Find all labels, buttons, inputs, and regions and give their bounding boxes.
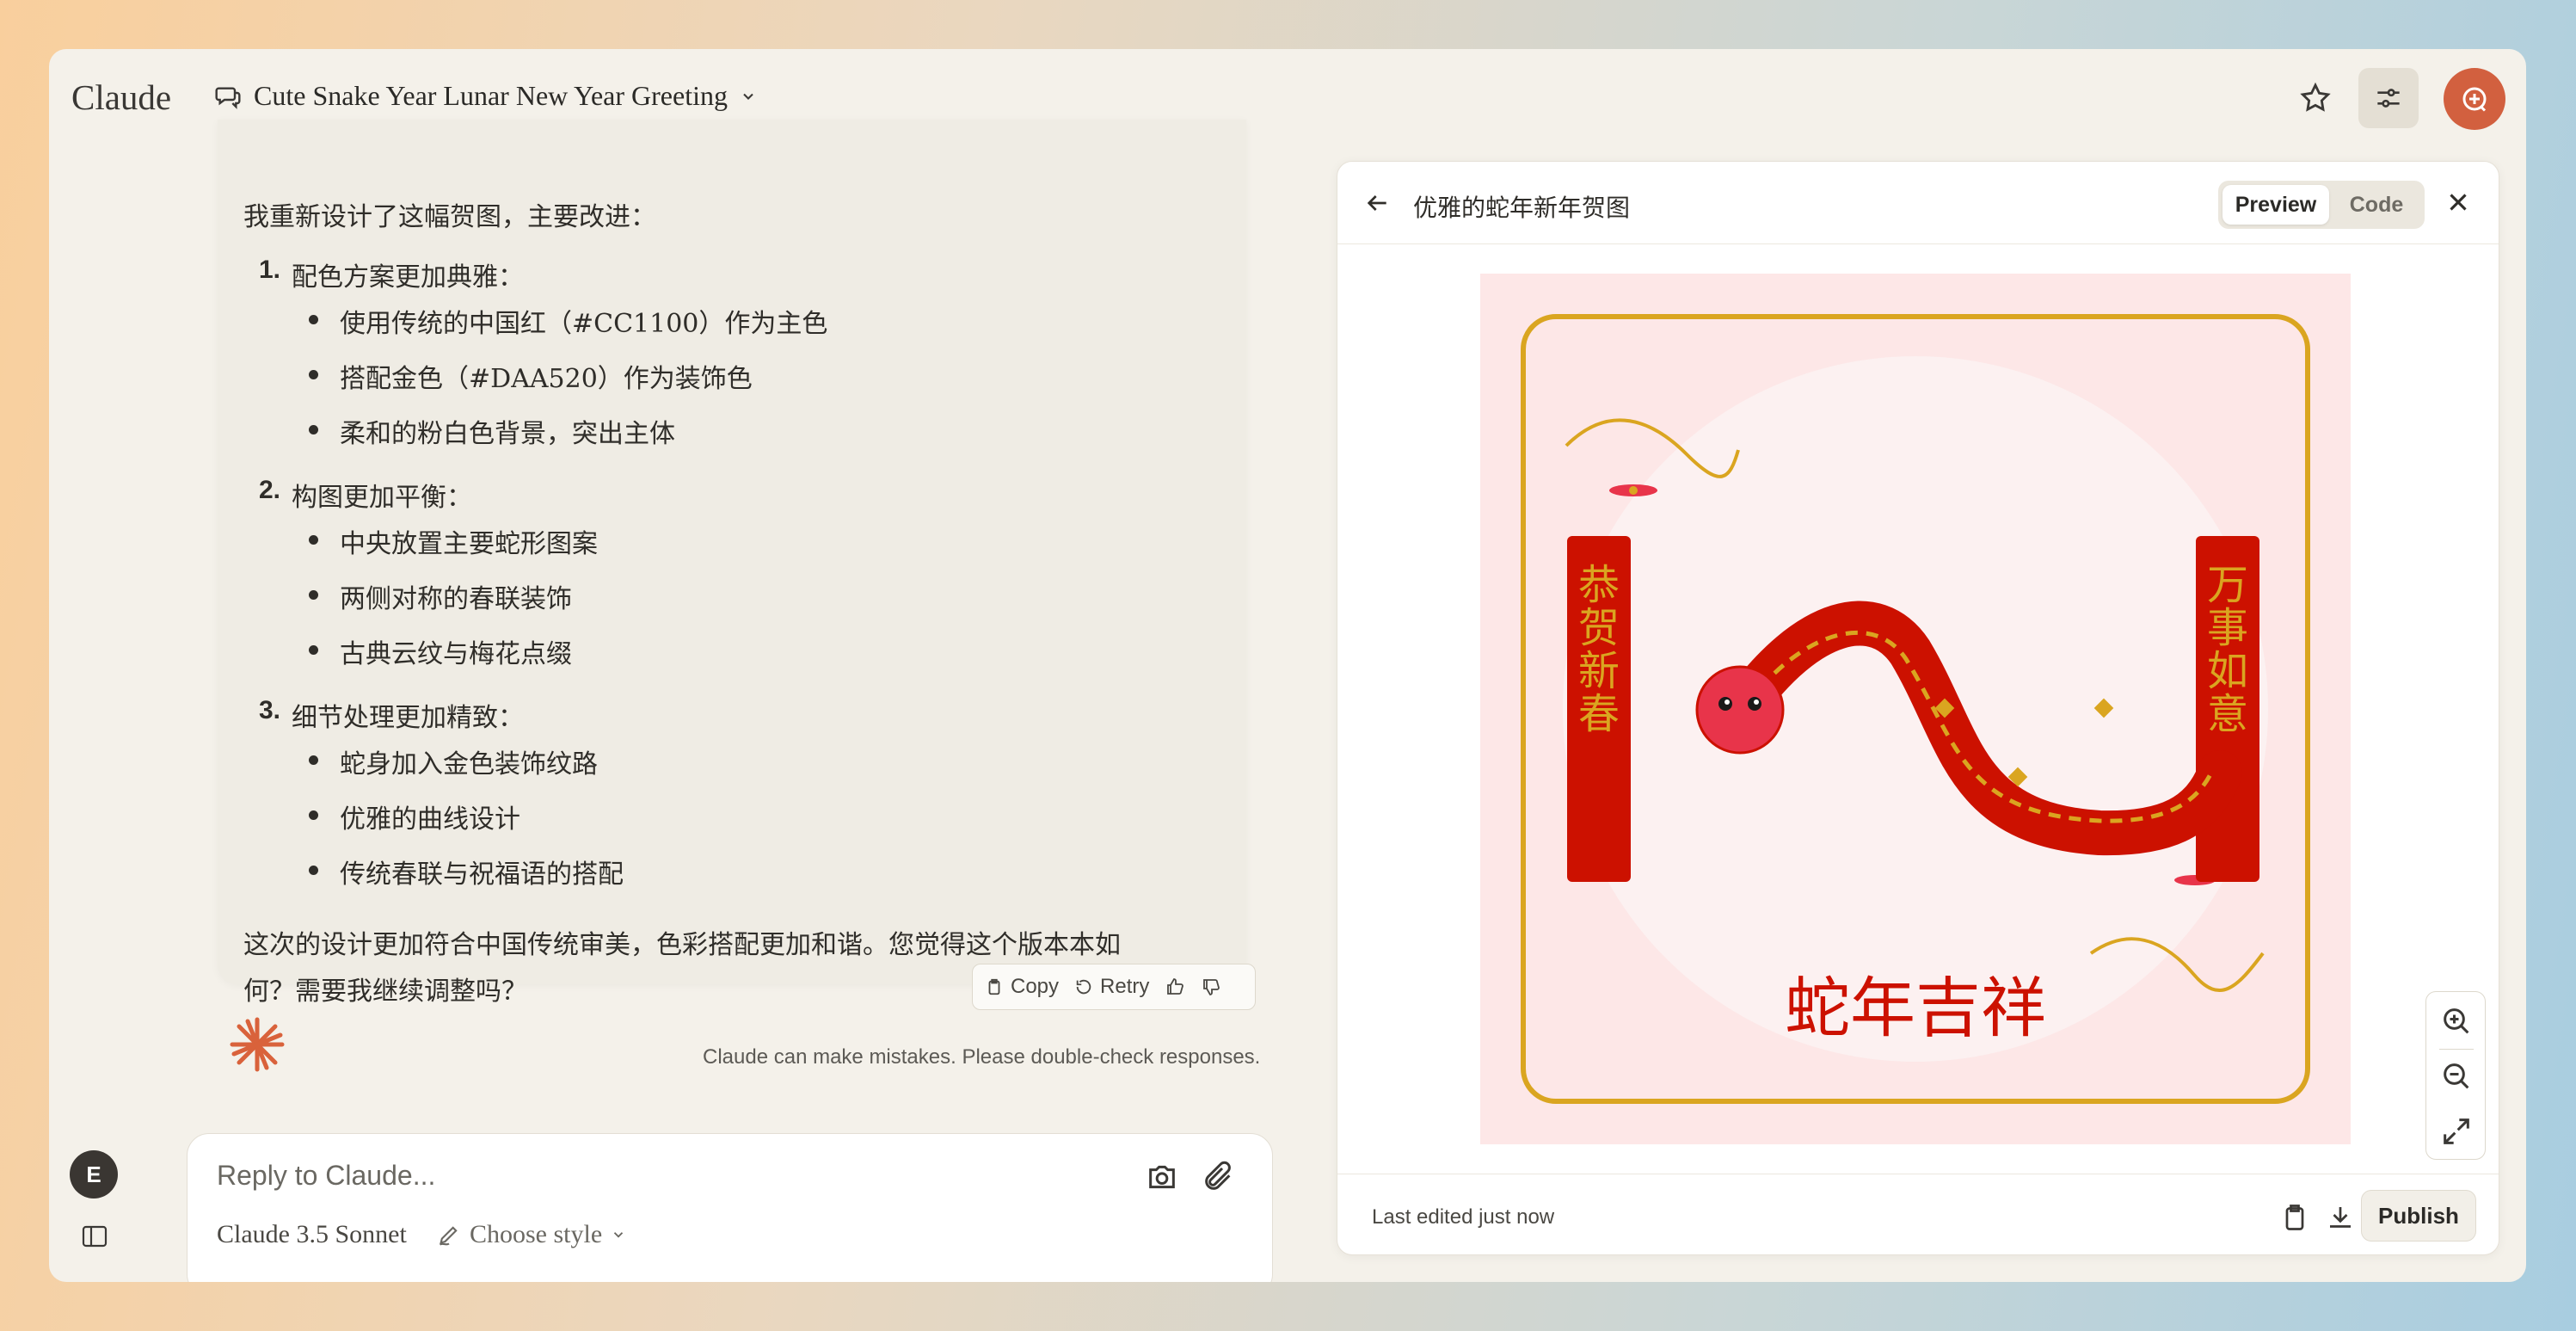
retry-label: Retry [1100,975,1150,998]
greeting-text: 蛇年吉祥 [1785,970,2046,1046]
sliders-icon [2377,89,2400,108]
right-couplet-text: 万事如意 [2207,561,2248,738]
bullet [309,425,318,434]
list-item: 传统春联与祝福语的搭配 [340,860,624,890]
chat-plus-icon [2462,87,2487,112]
bullet [309,645,318,655]
retry-icon [1076,979,1091,995]
tab-preview[interactable]: Preview [2222,185,2329,225]
artifact-panel: 优雅的蛇年新年贺图 Preview Code 恭贺新春 万事如意 蛇年吉祥 La… [1337,161,2499,1255]
copy-button[interactable]: Copy [985,975,1059,999]
list-item: 优雅的曲线设计 [340,804,520,835]
retry-button[interactable]: Retry [1074,975,1149,999]
list-number: 2. [259,476,281,504]
clipboard-icon [988,978,1000,995]
thumbs-down-icon [1203,979,1220,995]
list-number: 1. [259,256,281,284]
bullet [309,810,318,820]
bullet [309,535,318,545]
reply-input-box[interactable]: Reply to Claude... Claude 3.5 Sonnet Cho… [187,1133,1273,1282]
back-arrow-icon[interactable] [1363,189,1391,217]
zoom-controls [2425,991,2486,1160]
pen-style-icon [439,1226,458,1246]
tab-code[interactable]: Code [2333,185,2419,225]
chat-bubble-icon [215,86,241,109]
bullet [309,866,318,875]
snake-head [1695,665,1785,755]
thumbs-up-icon [1167,978,1184,995]
chat-title: Cute Snake Year Lunar New Year Greeting [254,80,728,111]
clipboard-icon[interactable] [2279,1202,2310,1233]
model-selector[interactable]: Claude 3.5 Sonnet [217,1220,407,1249]
list-number: 3. [259,696,281,724]
claude-spark-icon [230,1017,285,1072]
artifact-header: 优雅的蛇年新年贺图 Preview Code [1337,162,2499,244]
list-item: 古典云纹与梅花点缀 [340,639,572,669]
section-title: 配色方案更加典雅： [292,262,524,293]
app-window: Claude Cute Snake Year Lunar New Year Gr… [49,49,2526,1282]
artifact-title: 优雅的蛇年新年贺图 [1413,194,1631,221]
reply-input[interactable]: Reply to Claude... [217,1160,435,1192]
list-item: 搭配金色（#DAA520）作为装饰色 [340,364,753,394]
sidebar-toggle-icon[interactable] [82,1225,108,1248]
eye-highlight [1754,699,1759,705]
paperclip-icon[interactable] [1201,1160,1235,1194]
claude-logo[interactable]: Claude [71,77,171,118]
last-edited: Last edited just now [1372,1205,1555,1229]
user-avatar[interactable]: E [70,1150,118,1199]
zoom-in-icon[interactable] [2439,1004,2474,1038]
chevron-down-icon [743,93,753,100]
settings-button[interactable] [2358,68,2419,128]
publish-button[interactable]: Publish [2361,1190,2476,1242]
bullet [309,370,318,379]
greeting-card-canvas: 恭贺新春 万事如意 蛇年吉祥 [1480,274,2351,1144]
bullet [309,590,318,600]
download-icon[interactable] [2325,1202,2356,1233]
left-couplet-text: 恭贺新春 [1578,561,1620,738]
zoom-out-icon[interactable] [2439,1059,2474,1094]
assistant-message: 我重新设计了这幅贺图，主要改进： 1. 配色方案更加典雅： 使用传统的中国红（#… [218,120,1246,1007]
message-outro: 这次的设计更加符合中国传统审美，色彩搭配更加和谐。您觉得这个版本本如 [243,930,1121,960]
new-chat-button[interactable] [2444,68,2505,130]
thumbs-down-button[interactable] [1201,977,1221,997]
close-icon[interactable] [2444,188,2473,217]
chevron-down-icon [614,1232,624,1238]
choose-style-button[interactable]: Choose style [437,1220,626,1249]
bullet [309,315,318,324]
message-intro: 我重新设计了这幅贺图，主要改进： [243,202,656,232]
disclaimer: Claude can make mistakes. Please double-… [703,1045,1261,1069]
list-item: 中央放置主要蛇形图案 [340,529,598,559]
section-title: 细节处理更加精致： [292,703,524,733]
list-item: 蛇身加入金色装饰纹路 [340,749,598,779]
list-item: 两侧对称的春联装饰 [340,584,572,614]
blossom-center [1629,486,1638,495]
message-outro-2: 何？需要我继续调整吗？ [243,977,527,1007]
list-item: 柔和的粉白色背景，突出主体 [340,419,675,449]
chat-title-button[interactable]: Cute Snake Year Lunar New Year Greeting [214,80,757,112]
copy-label: Copy [1011,975,1060,998]
list-item: 使用传统的中国红（#CC1100）作为主色 [340,309,828,339]
camera-icon[interactable] [1145,1160,1179,1194]
section-title: 构图更加平衡： [292,483,472,513]
eye-highlight [1725,699,1730,705]
bullet [309,755,318,765]
star-icon [2300,82,2331,112]
view-toggle: Preview Code [2218,181,2425,229]
thumbs-up-button[interactable] [1165,977,1185,997]
fullscreen-icon[interactable] [2439,1114,2474,1149]
star-button[interactable] [2285,68,2345,128]
message-actions: Copy Retry [972,964,1256,1010]
artifact-footer: Last edited just now Publish [1337,1174,2499,1254]
choose-style-label: Choose style [470,1220,603,1248]
